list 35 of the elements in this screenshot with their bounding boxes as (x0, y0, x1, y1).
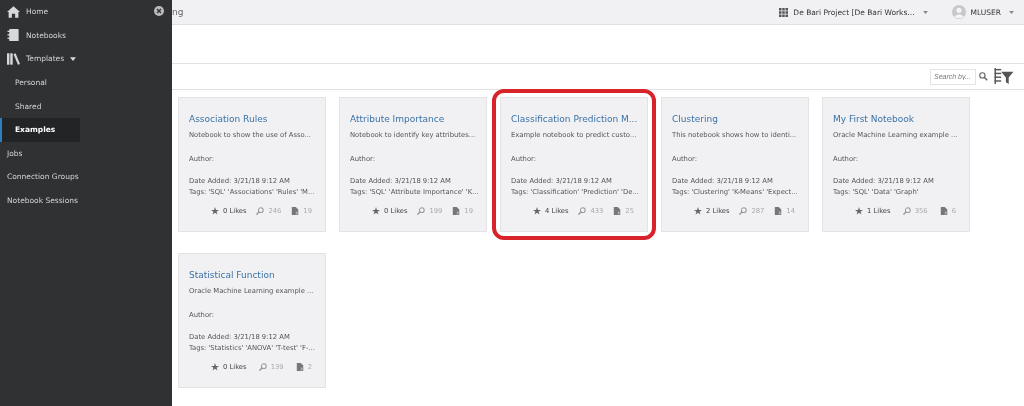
avatar-icon (951, 5, 966, 19)
card-title[interactable]: Association Rules (189, 112, 316, 126)
breadcrumb[interactable]: ng (172, 7, 184, 17)
grid-icon (779, 7, 789, 17)
document-icon (452, 207, 461, 215)
magnifier-icon (258, 363, 267, 371)
card-title[interactable]: My First Notebook (833, 112, 960, 126)
card-title[interactable]: Classification Prediction M... (511, 112, 638, 126)
document-icon (939, 207, 948, 215)
document-icon (613, 207, 622, 215)
card-title[interactable]: Attribute Importance (350, 112, 477, 126)
library-icon (7, 53, 20, 65)
star-icon (855, 207, 863, 215)
filter-icon[interactable] (994, 68, 1014, 85)
star-icon (211, 363, 219, 371)
notebook-icon (7, 29, 20, 42)
card-title[interactable]: Statistical Function (189, 268, 316, 282)
document-icon (295, 363, 304, 371)
close-icon[interactable] (154, 6, 164, 16)
magnifier-icon (417, 207, 426, 215)
card-title[interactable]: Clustering (672, 112, 799, 126)
star-icon (211, 207, 219, 215)
caret-icon (922, 10, 928, 14)
star-icon (694, 207, 702, 215)
document-icon (291, 207, 300, 215)
search-icon (979, 72, 988, 81)
caret-icon (1009, 10, 1014, 14)
magnifier-icon (739, 207, 748, 215)
magnifier-icon (902, 207, 911, 215)
document-icon (774, 207, 783, 215)
star-icon (533, 207, 541, 215)
magnifier-icon (578, 207, 587, 215)
star-icon (372, 207, 380, 215)
home-icon (7, 5, 20, 18)
magnifier-icon (256, 207, 265, 215)
